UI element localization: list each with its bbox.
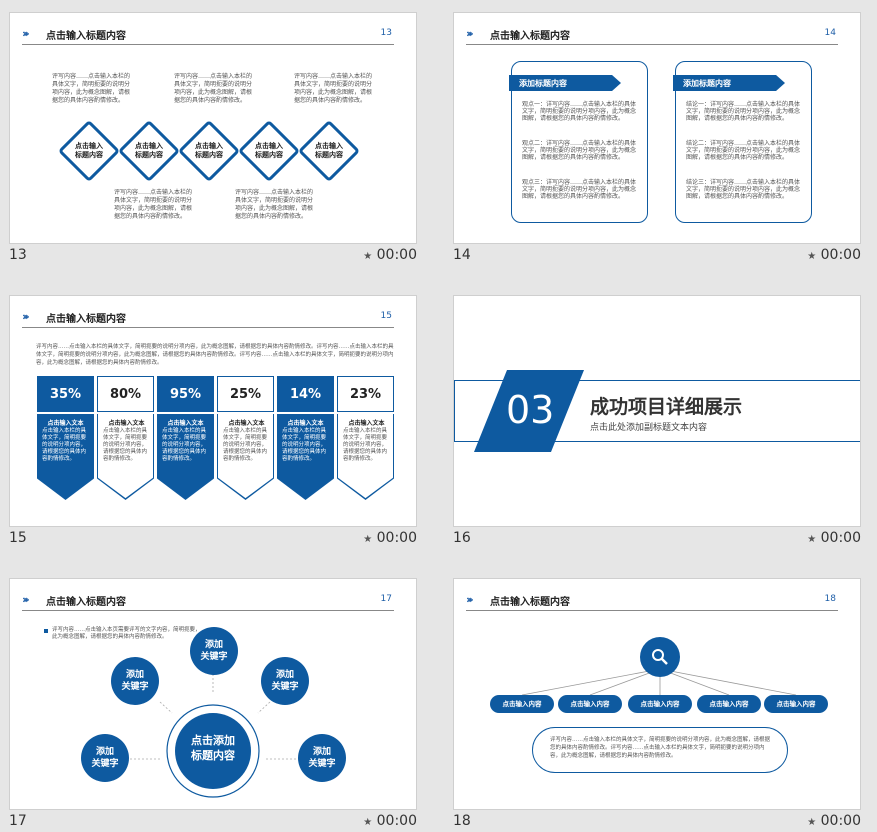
stat-percent: 14% [277,376,334,412]
page-number: 13 [380,28,392,38]
viewpoint-item: 观点二：详写内容……点击输入本栏的具体文字，简明扼要的说明分项内容，此为概念图解… [522,140,637,161]
section-subtitle: 点击此处添加副标题文本内容 [590,423,708,433]
slide-17-thumbnail[interactable]: ››› 点击输入标题内容 17 评写内容……点击输入本页需要评写的文字内容，简明… [9,578,417,810]
text-block: 评写内容……点击输入本栏的具体文字，简明扼要的说明分项内容，此为概念图解，请根据… [114,189,193,220]
slide-timing[interactable]: ★ 00:00 [363,813,417,829]
stat-column: 14% 点击输入文本 点击输入本栏的具体文字，简明扼要的说明分项内容，请根据您的具… [277,376,334,500]
text-block: 评写内容……点击输入本栏的具体文字，简明扼要的说明分项内容，此为概念图解，请根据… [294,73,373,104]
slide-18-footer: 18 ★ 00:00 [453,813,861,832]
stat-column: 95% 点击输入文本 点击输入本栏的具体文字，简明扼要的说明分项内容，请根据您的具… [157,376,214,500]
star-icon: ★ [807,817,817,828]
box-tag: 添加标题内容 [673,75,785,91]
stat-percent: 25% [217,376,274,412]
conclusion-item: 结论二：详写内容……点击输入本栏的具体文字，简明扼要的说明分项内容，此为概念图解… [686,140,801,161]
keyword-circle: 添加 关键字 [190,627,238,675]
slide-15-footer: 15 ★ 00:00 [9,530,417,550]
stat-column: 23% 点击输入文本 点击输入本栏的具体文字，简明扼要的说明分项内容，请根据您的具… [337,376,394,500]
slide-timing[interactable]: ★ 00:00 [807,530,861,546]
keyword-circle: 添加 关键字 [261,657,309,705]
viewpoint-item: 观点三：详写内容……点击输入本栏的具体文字，简明扼要的说明分项内容，此为概念图解… [522,179,637,200]
text-block: 评写内容……点击输入本栏的具体文字，简明扼要的说明分项内容，此为概念图解，请根据… [235,189,314,220]
slide-timing[interactable]: ★ 00:00 [363,530,417,546]
summary-text: 评写内容……点击输入本栏的具体文字，简明扼要的说明分项内容，此为概念图解，请根据… [550,737,771,759]
chevron-arrows-icon: ››› [22,27,29,40]
slide-18-thumbnail[interactable]: ››› 点击输入标题内容 18 点击输入内容 点击输入内容 点击输入内容 点击输… [453,578,861,810]
search-icon [652,649,668,665]
stat-column: 25% 点击输入文本 点击输入本栏的具体文字，简明扼要的说明分项内容，请根据您的具… [217,376,274,500]
star-icon: ★ [807,534,817,545]
section-title: 成功项目详细展示 [590,396,743,418]
slide-16-thumbnail[interactable]: 03 成功项目详细展示 点击此处添加副标题文本内容 [453,295,861,527]
intro-text: 评写内容……点击输入本栏的具体文字，简明扼要的说明分项内容，此为概念图解，请根据… [36,344,394,366]
slide-16-footer: 16 ★ 00:00 [453,530,861,550]
slide-number: 13 [9,247,27,263]
diamond-caption: 点击输入 标题内容 [135,142,163,159]
star-icon: ★ [363,534,373,545]
slide-number: 15 [9,530,27,546]
keyword-circle: 添加 关键字 [111,657,159,705]
stat-column: 35% 点击输入文本 点击输入本栏的具体文字，简明扼要的说明分项内容，请根据您的具… [37,376,94,500]
box-tag: 添加标题内容 [509,75,621,91]
keyword-circle: 添加 关键字 [81,734,129,782]
slide-13-thumbnail[interactable]: ››› 点击输入标题内容 13 评写内容……点击输入本栏的具体文字，简明扼要的说… [9,12,417,244]
slide-number: 14 [453,247,471,263]
stat-percent: 35% [37,376,94,412]
stat-percent: 95% [157,376,214,412]
chevron-arrows-icon: ››› [466,27,473,40]
stat-column: 80% 点击输入文本 点击输入本栏的具体文字，简明扼要的说明分项内容，请根据您的具… [97,376,154,500]
branch-pill: 点击输入内容 [628,695,692,713]
slide-number: 18 [453,813,471,829]
slide-header: ››› 点击输入标题内容 14 [466,25,838,45]
slide-header: ››› 点击输入标题内容 15 [22,308,394,328]
slide-14-thumbnail[interactable]: ››› 点击输入标题内容 14 添加标题内容 观点一：详写内容……点击输入本栏的… [453,12,861,244]
slide-13-footer: 13 ★ 00:00 [9,247,417,267]
slide-number: 16 [453,530,471,546]
branch-pill: 点击输入内容 [764,695,828,713]
slide-number: 17 [9,813,27,829]
slide-title: 点击输入标题内容 [46,31,126,42]
slide-header: ››› 点击输入标题内容 13 [22,25,394,45]
star-icon: ★ [363,251,373,262]
conclusion-item: 结论一：详写内容……点击输入本栏的具体文字，简明扼要的说明分项内容，此为概念图解… [686,101,801,122]
slide-17-footer: 17 ★ 00:00 [9,813,417,832]
chevron-arrows-icon: ››› [22,310,29,323]
slide-timing[interactable]: ★ 00:00 [807,247,861,263]
page-number: 14 [824,28,836,38]
star-icon: ★ [807,251,817,262]
slide-15-thumbnail[interactable]: ››› 点击输入标题内容 15 评写内容……点击输入本栏的具体文字，简明扼要的说… [9,295,417,527]
keyword-circle: 添加 关键字 [298,734,346,782]
center-title: 点击添加 标题内容 [191,734,235,762]
diamond-caption: 点击输入 标题内容 [195,142,223,159]
slide-timing[interactable]: ★ 00:00 [363,247,417,263]
page-number: 15 [380,311,392,321]
diamond-caption: 点击输入 标题内容 [315,142,343,159]
slide-14-footer: 14 ★ 00:00 [453,247,861,267]
stat-percent: 80% [97,376,154,412]
diamond-caption: 点击输入 标题内容 [255,142,283,159]
section-number: 03 [506,388,555,432]
viewpoint-item: 观点一：详写内容……点击输入本栏的具体文字，简明扼要的说明分项内容，此为概念图解… [522,101,637,122]
branch-pill: 点击输入内容 [697,695,761,713]
conclusion-item: 结论三：详写内容……点击输入本栏的具体文字，简明扼要的说明分项内容，此为概念图解… [686,179,801,200]
slide-timing[interactable]: ★ 00:00 [807,813,861,829]
branch-pill: 点击输入内容 [558,695,622,713]
text-block: 评写内容……点击输入本栏的具体文字，简明扼要的说明分项内容，此为概念图解，请根据… [174,73,253,104]
branch-pill: 点击输入内容 [490,695,554,713]
slide-title: 点击输入标题内容 [46,314,126,325]
stat-percent: 23% [337,376,394,412]
slide-title: 点击输入标题内容 [490,31,570,42]
text-block: 评写内容……点击输入本栏的具体文字，简明扼要的说明分项内容，此为概念图解，请根据… [52,73,131,104]
star-icon: ★ [363,817,373,828]
diamond-caption: 点击输入 标题内容 [75,142,103,159]
